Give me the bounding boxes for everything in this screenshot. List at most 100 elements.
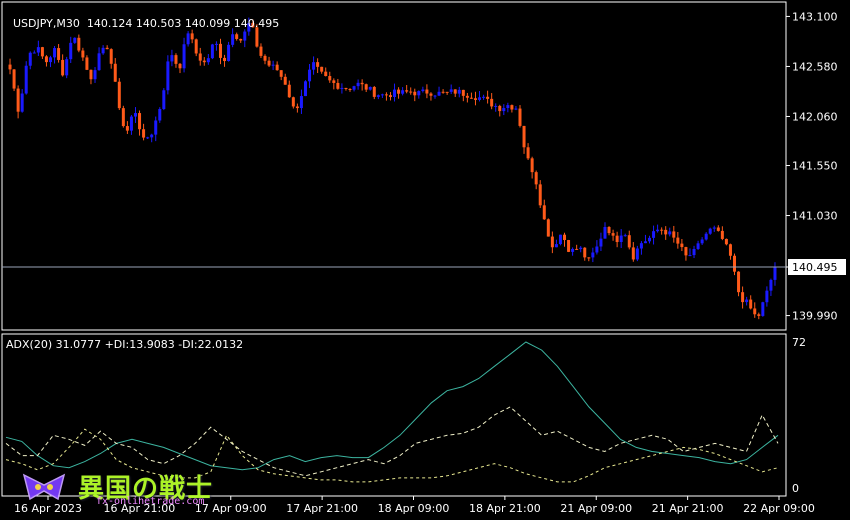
candle-body — [121, 108, 125, 127]
candle-body — [437, 91, 441, 96]
candle-body — [680, 243, 684, 248]
price-tick-label: 141.550 — [792, 160, 838, 173]
candle-body — [158, 109, 162, 121]
candle-body — [142, 129, 146, 138]
candle-body — [214, 43, 218, 45]
candle-body — [656, 229, 660, 232]
candle-body — [575, 248, 579, 250]
candle-body — [28, 52, 32, 66]
candle-body — [401, 90, 405, 94]
candle-body — [712, 227, 716, 229]
candle-body — [40, 47, 44, 57]
candle-body — [716, 227, 720, 231]
candle-body — [648, 237, 652, 242]
candle-body — [773, 266, 777, 280]
candle-body — [77, 37, 81, 51]
candle-body — [708, 228, 712, 234]
candle-body — [700, 239, 704, 244]
candle-body — [425, 89, 429, 94]
candle-body — [235, 34, 239, 39]
candle-body — [611, 233, 615, 236]
candle-body — [595, 246, 599, 253]
candle-body — [267, 60, 271, 66]
candle-body — [255, 27, 259, 47]
candle-body — [429, 93, 433, 96]
candle-body — [231, 34, 235, 45]
candle-body — [348, 88, 352, 90]
candle-body — [65, 59, 69, 76]
candle-body — [749, 299, 753, 309]
candle-body — [206, 58, 210, 63]
candle-body — [194, 39, 198, 54]
adx-lines — [5, 341, 779, 483]
price-tick-label: 142.580 — [792, 60, 838, 73]
candle-body — [178, 63, 182, 69]
price-panel-frame — [1, 1, 787, 331]
candle-body — [692, 248, 696, 256]
adx-tick-label: 72 — [792, 336, 806, 349]
candle-body — [299, 96, 303, 109]
candle-body — [133, 113, 137, 117]
candle-body — [210, 44, 214, 59]
candle-body — [12, 69, 16, 89]
candle-body — [591, 252, 595, 258]
candle-body — [506, 105, 510, 109]
candle-body — [352, 86, 356, 90]
candle-body — [186, 33, 190, 45]
candle-body — [20, 93, 24, 112]
candle-body — [587, 257, 591, 259]
candle-body — [421, 89, 425, 92]
watermark-logo-icon — [18, 469, 70, 505]
candle-body — [129, 116, 133, 131]
candle-body — [376, 95, 380, 97]
chart-svg[interactable]: 143.100 142.580 142.060 141.550 141.030 140.4… — [0, 0, 850, 520]
candle-body — [558, 234, 562, 245]
candle-body — [174, 55, 178, 64]
ohlc-label: 140.124 140.503 140.099 140.495 — [86, 17, 280, 30]
candle-body — [530, 158, 534, 173]
series-line-adx — [5, 341, 779, 471]
price-header: USDJPY,M30 140.124 140.503 140.099 140.4… — [6, 4, 279, 30]
candle-body — [198, 53, 202, 61]
candle-body — [518, 108, 522, 126]
candle-body — [320, 66, 324, 72]
time-tick-label: 21 Apr 09:00 — [560, 502, 632, 515]
candle-body — [741, 292, 745, 303]
candle-body — [61, 59, 65, 76]
candle-body — [639, 243, 643, 249]
candle-body — [117, 81, 121, 109]
candle-body — [733, 255, 737, 272]
candle-body — [295, 106, 299, 109]
candle-body — [546, 219, 550, 237]
candle-body — [368, 86, 372, 90]
candle-body — [409, 91, 413, 93]
candle-body — [461, 89, 465, 96]
candle-body — [16, 88, 20, 112]
candle-body — [599, 238, 603, 247]
candle-body — [344, 87, 348, 89]
time-tick-label: 21 Apr 21:00 — [652, 502, 724, 515]
candle-body — [652, 231, 656, 238]
candle-body — [275, 64, 279, 71]
candle-body — [372, 86, 376, 97]
candle-body — [332, 80, 336, 83]
candle-body — [441, 91, 445, 93]
candle-body — [93, 70, 97, 80]
candles — [8, 17, 777, 320]
candle-body — [631, 247, 635, 260]
current-price-label: 140.495 — [792, 261, 838, 274]
candle-body — [32, 52, 36, 54]
candle-body — [182, 44, 186, 69]
candle-body — [388, 95, 392, 97]
candle-body — [514, 108, 518, 110]
candle-body — [154, 120, 158, 135]
candle-body — [328, 76, 332, 81]
candle-body — [567, 240, 571, 252]
candle-body — [162, 90, 166, 110]
candle-body — [223, 57, 227, 62]
candle-body — [482, 96, 486, 98]
candle-body — [619, 235, 623, 243]
candle-body — [336, 82, 340, 89]
candle-body — [672, 231, 676, 238]
candle-body — [125, 126, 129, 131]
